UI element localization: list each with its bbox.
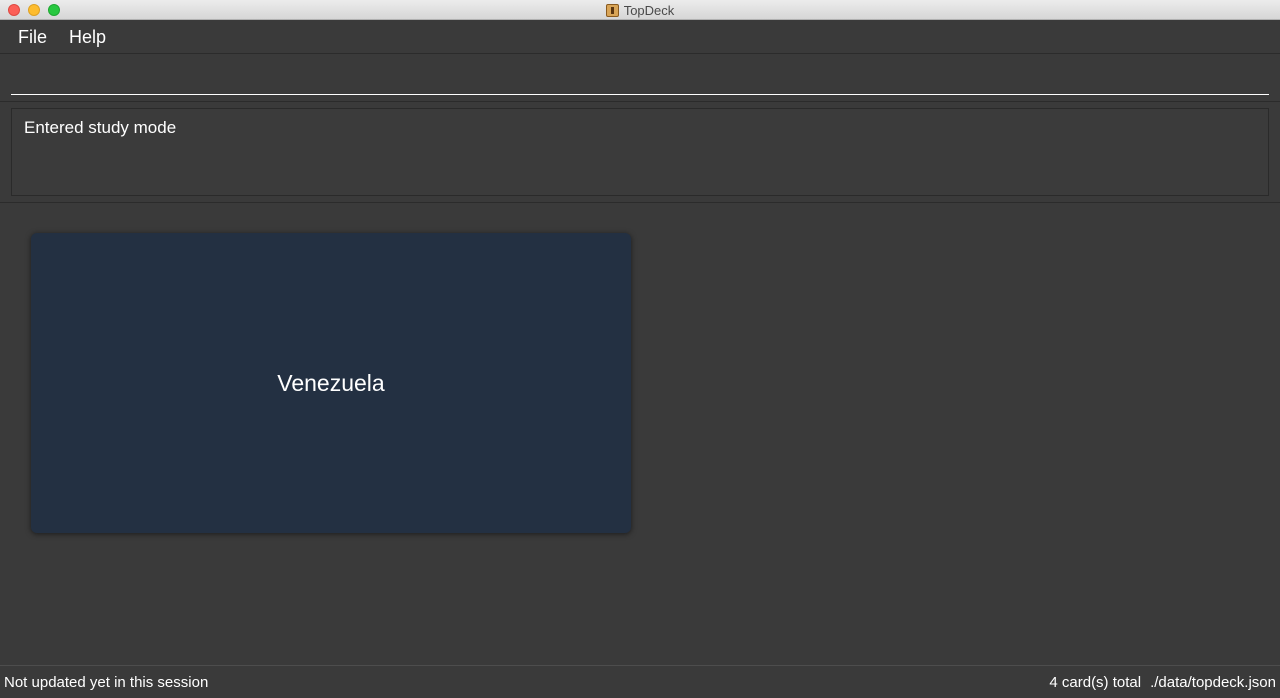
- title-bar: TopDeck: [0, 0, 1280, 20]
- save-location: ./data/topdeck.json: [1150, 674, 1276, 691]
- command-input[interactable]: [11, 59, 1269, 95]
- flashcard-text: Venezuela: [277, 369, 385, 396]
- window-title: TopDeck: [623, 2, 675, 18]
- card-count: 4 card(s) total: [1049, 674, 1142, 691]
- menu-help[interactable]: Help: [69, 27, 106, 48]
- result-message: Entered study mode: [24, 118, 177, 137]
- result-display-area: Entered study mode: [0, 103, 1280, 203]
- result-display: Entered study mode: [11, 108, 1269, 196]
- app-icon: [605, 3, 619, 17]
- menu-file[interactable]: File: [18, 27, 47, 48]
- menu-bar: File Help: [0, 21, 1280, 54]
- window-title-group: TopDeck: [0, 0, 1280, 20]
- flashcard[interactable]: Venezuela: [31, 233, 631, 533]
- sync-status: Not updated yet in this session: [4, 674, 209, 691]
- app-window: TopDeck File Help Entered study mode Ven…: [0, 0, 1280, 698]
- status-bar: Not updated yet in this session 4 card(s…: [0, 665, 1280, 698]
- status-right-group: 4 card(s) total ./data/topdeck.json: [1049, 674, 1276, 691]
- command-box: [0, 55, 1280, 102]
- study-panel: Venezuela: [0, 204, 1280, 665]
